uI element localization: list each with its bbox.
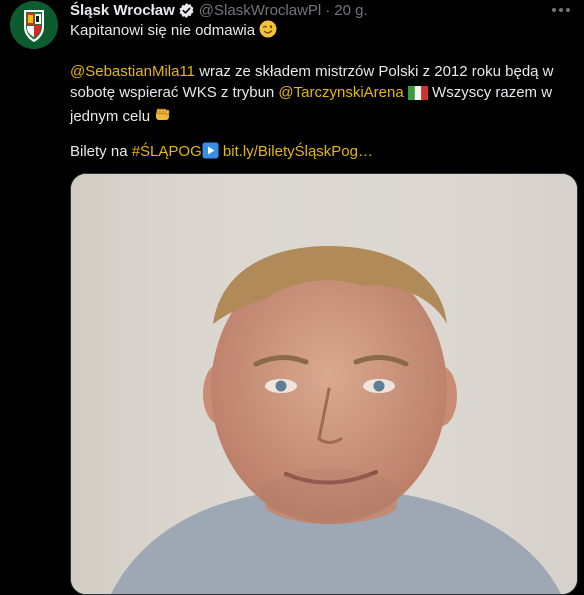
mention-link[interactable]: @TarczynskiArena bbox=[278, 84, 403, 101]
external-link[interactable]: bit.ly/BiletyŚląskPog… bbox=[223, 143, 373, 160]
tweet-text-paragraph: @SebastianMila11 wraz ze składem mistrzó… bbox=[70, 61, 570, 130]
tweet-header: Śląsk Wrocław @SlaskWroclawPl · 20 g. bbox=[70, 0, 368, 20]
more-dots-icon[interactable] bbox=[548, 0, 574, 20]
tweet-text-line1: Kapitanowi się nie odmawia bbox=[70, 20, 570, 44]
separator-dot: · bbox=[325, 1, 331, 19]
user-handle[interactable]: @SlaskWroclawPl bbox=[199, 2, 321, 19]
avatar[interactable] bbox=[10, 1, 58, 49]
winking-face-emoji bbox=[259, 20, 277, 44]
club-crest-logo bbox=[10, 1, 58, 49]
tickets-prefix: Bilety na bbox=[70, 143, 132, 160]
tweet-media-image[interactable] bbox=[70, 173, 578, 595]
play-button-emoji bbox=[202, 142, 219, 165]
tweet-card[interactable]: Śląsk Wrocław @SlaskWroclawPl · 20 g. Ka… bbox=[0, 0, 584, 595]
mention-link[interactable]: @SebastianMila11 bbox=[70, 63, 195, 80]
verified-badge-icon bbox=[178, 2, 195, 19]
oncoming-fist-emoji bbox=[154, 106, 172, 130]
timestamp[interactable]: 20 g. bbox=[334, 2, 367, 19]
tweet-text-intro: Kapitanowi się nie odmawia bbox=[70, 22, 256, 39]
hashtag-link[interactable]: #ŚLĄPOG bbox=[132, 143, 202, 160]
italy-flag-emoji bbox=[407, 85, 428, 106]
display-name[interactable]: Śląsk Wrocław bbox=[70, 2, 175, 19]
tweet-text-tickets: Bilety na #ŚLĄPOG bit.ly/BiletyŚląskPog… bbox=[70, 141, 570, 165]
video-thumbnail bbox=[71, 174, 577, 594]
